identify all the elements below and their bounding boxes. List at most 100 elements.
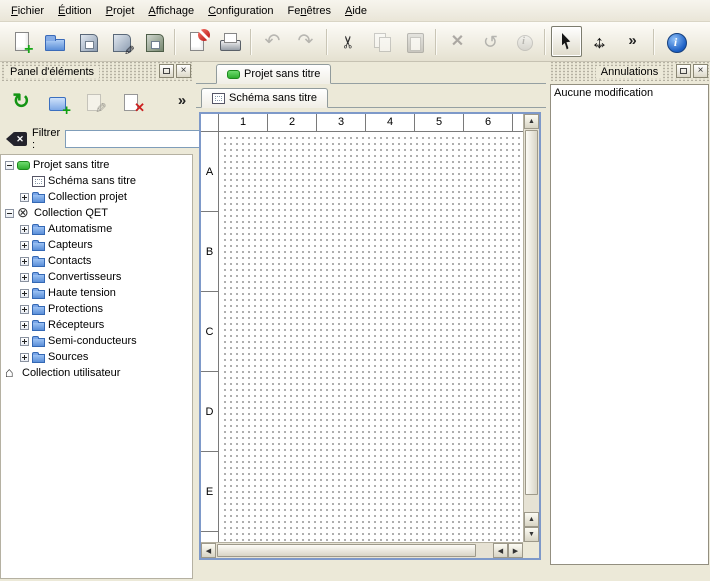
filter-label: Filtrer : — [32, 127, 60, 151]
expander-icon[interactable] — [20, 241, 29, 250]
select-arrow-icon — [555, 30, 579, 54]
expander-icon[interactable] — [5, 161, 14, 170]
tree-item[interactable]: Projet sans titre — [1, 157, 192, 173]
mdi-client: Schéma sans titre 1 2 3 4 5 6 A B C D E — [196, 85, 546, 581]
new-element-button[interactable] — [43, 87, 73, 117]
close-dock-button[interactable]: × — [693, 64, 708, 78]
tree-item[interactable]: Automatisme — [1, 221, 192, 237]
tab-projet-sans-titre[interactable]: Projet sans titre — [216, 64, 331, 84]
toolbar-overflow-button[interactable] — [617, 26, 648, 57]
row-label: C — [201, 292, 218, 372]
expander-icon[interactable] — [5, 209, 14, 218]
tree-item[interactable]: Sources — [1, 349, 192, 365]
expander-icon[interactable] — [20, 353, 29, 362]
filter-input[interactable] — [65, 130, 215, 148]
scroll-up-button[interactable]: ▲ — [524, 114, 539, 129]
tree-item-label: Automatisme — [48, 223, 112, 235]
expander-icon[interactable] — [20, 305, 29, 314]
tree-item-label: Contacts — [48, 255, 91, 267]
diagram-column-header: 1 2 3 4 5 6 — [219, 114, 523, 132]
horizontal-scroll-thumb[interactable] — [217, 544, 476, 557]
move-tool-button[interactable] — [584, 26, 615, 57]
expander-icon[interactable] — [20, 273, 29, 282]
tree-item[interactable]: Contacts — [1, 253, 192, 269]
tree-item[interactable]: Récepteurs — [1, 317, 192, 333]
open-button[interactable] — [39, 26, 70, 57]
undo-dock-title: Annulations — [596, 66, 664, 78]
tree-item[interactable]: Capteurs — [1, 237, 192, 253]
tree-item[interactable]: Collection projet — [1, 189, 192, 205]
schema-icon — [32, 176, 45, 187]
delete-icon — [446, 30, 470, 54]
scroll-up-button[interactable]: ▲ — [524, 512, 539, 527]
vertical-scrollbar[interactable]: ▲ ▲ ▼ — [523, 114, 539, 542]
expander-icon[interactable] — [20, 257, 29, 266]
expander-icon[interactable] — [20, 193, 29, 202]
menu-bar: Fichier Édition Projet Affichage Configu… — [0, 0, 710, 22]
tree-item[interactable]: Convertisseurs — [1, 269, 192, 285]
tree-item-label: Collection projet — [48, 191, 127, 203]
new-file-button[interactable] — [6, 26, 37, 57]
menu-affichage[interactable]: Affichage — [141, 2, 201, 20]
menu-projet[interactable]: Projet — [99, 2, 142, 20]
info-button[interactable] — [508, 26, 539, 57]
tree-item[interactable]: Protections — [1, 301, 192, 317]
reload-collections-button[interactable] — [6, 87, 36, 117]
qet-collection-icon — [17, 207, 31, 220]
menu-fichier[interactable]: Fichier — [4, 2, 51, 20]
horizontal-scrollbar[interactable]: ◀ ◀ ▶ — [201, 542, 523, 558]
toolbar-separator — [653, 29, 655, 55]
elements-panel-titlebar[interactable]: Panel d'éléments × — [0, 62, 193, 81]
rotate-button[interactable] — [475, 26, 506, 57]
clear-filter-icon[interactable] — [6, 132, 27, 146]
column-label: 1 — [219, 114, 268, 131]
close-file-button[interactable] — [181, 26, 212, 57]
cut-button[interactable] — [333, 26, 364, 57]
delete-element-icon — [120, 90, 144, 114]
undo-history-item[interactable]: Aucune modification — [554, 87, 705, 99]
scroll-left-button[interactable]: ◀ — [493, 543, 508, 558]
toolbar-separator — [435, 29, 437, 55]
menu-configuration[interactable]: Configuration — [201, 2, 280, 20]
delete-element-button[interactable] — [117, 87, 147, 117]
menu-fenetres[interactable]: Fenêtres — [281, 2, 338, 20]
schema-canvas[interactable] — [220, 133, 523, 542]
vertical-scroll-thumb[interactable] — [525, 130, 538, 495]
expander-icon[interactable] — [20, 337, 29, 346]
save-as-button[interactable] — [105, 26, 136, 57]
float-dock-button[interactable] — [159, 64, 174, 78]
about-button[interactable] — [660, 26, 691, 57]
select-tool-button[interactable] — [551, 26, 582, 57]
tree-item-label: Récepteurs — [48, 319, 104, 331]
menu-edition[interactable]: Édition — [51, 2, 99, 20]
scroll-right-button[interactable]: ▶ — [508, 543, 523, 558]
expander-icon[interactable] — [20, 225, 29, 234]
menu-aide[interactable]: Aide — [338, 2, 374, 20]
tree-item[interactable]: Collection utilisateur — [1, 365, 192, 381]
expander-icon[interactable] — [20, 289, 29, 298]
tree-item[interactable]: Schéma sans titre — [1, 173, 192, 189]
tree-item[interactable]: Haute tension — [1, 285, 192, 301]
paste-button[interactable] — [399, 26, 430, 57]
save-all-button[interactable] — [138, 26, 169, 57]
tree-item[interactable]: Collection QET — [1, 205, 192, 221]
expander-icon[interactable] — [20, 321, 29, 330]
print-button[interactable] — [214, 26, 245, 57]
undo-dock-titlebar[interactable]: Annulations × — [549, 62, 710, 81]
scroll-down-button[interactable]: ▼ — [524, 527, 539, 542]
undo-button[interactable] — [257, 26, 288, 57]
save-button[interactable] — [72, 26, 103, 57]
float-dock-button[interactable] — [676, 64, 691, 78]
copy-button[interactable] — [366, 26, 397, 57]
edit-element-button[interactable] — [80, 87, 110, 117]
close-dock-button[interactable]: × — [176, 64, 191, 78]
delete-button[interactable] — [442, 26, 473, 57]
edit-element-icon — [83, 90, 107, 114]
redo-button[interactable] — [290, 26, 321, 57]
tree-item[interactable]: Semi-conducteurs — [1, 333, 192, 349]
tab-schema-sans-titre[interactable]: Schéma sans titre — [201, 88, 328, 108]
folder-icon — [32, 274, 45, 283]
panel-overflow-button[interactable] — [173, 87, 191, 117]
diagram-row-header: A B C D E — [201, 132, 219, 542]
scroll-left-button[interactable]: ◀ — [201, 543, 216, 558]
